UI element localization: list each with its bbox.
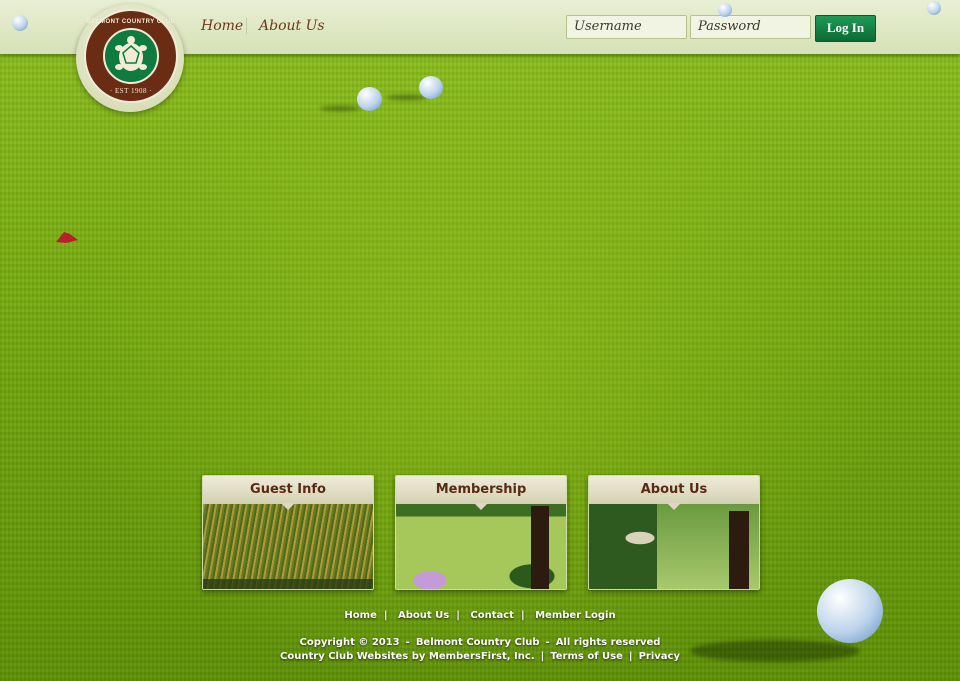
golf-ball	[357, 87, 382, 111]
ball-shadow	[320, 106, 360, 111]
credit-link[interactable]: Country Club Websites by MembersFirst, I…	[280, 651, 535, 662]
footer-link-home[interactable]: Home	[344, 610, 376, 621]
nav-about-us[interactable]: About Us	[259, 18, 325, 34]
card-membership[interactable]: Membership	[395, 475, 567, 590]
golf-ball	[927, 1, 941, 15]
copyright-text: Copyright © 2013	[299, 637, 400, 648]
footer-nav: Home | About Us | Contact | Member Login	[344, 610, 616, 621]
logo-established: · EST 1908 ·	[109, 87, 153, 95]
tree-trunk	[531, 506, 549, 589]
footer-credits: Country Club Websites by MembersFirst, I…	[280, 651, 680, 662]
flag-marker-icon	[56, 232, 78, 243]
nav-divider	[246, 18, 247, 34]
footer-link-member-login[interactable]: Member Login	[535, 610, 615, 621]
golf-ball	[718, 3, 732, 17]
rights-text: All rights reserved	[555, 637, 661, 648]
card-notch	[667, 503, 681, 510]
club-name-text: Belmont Country Club	[415, 637, 540, 648]
golf-ball	[12, 15, 28, 31]
tree-trunk	[729, 511, 749, 589]
nav-home[interactable]: Home	[201, 18, 243, 34]
footer-copyright: Copyright © 2013- Belmont Country Club - Al…	[299, 637, 661, 648]
golf-ball	[419, 76, 443, 99]
card-guest-info[interactable]: Guest Info	[202, 475, 374, 590]
card-notch	[281, 503, 295, 510]
card-notch	[474, 503, 488, 510]
username-field[interactable]: Username	[566, 15, 687, 39]
logo-club-name: BELMONT COUNTRY CLUB	[86, 19, 176, 25]
card-image	[203, 504, 373, 589]
terms-link[interactable]: Terms of Use	[550, 651, 623, 662]
login-button[interactable]: Log In	[815, 15, 876, 42]
footer-link-contact[interactable]: Contact	[470, 610, 514, 621]
password-field[interactable]: Password	[690, 15, 811, 39]
card-title: About Us	[589, 476, 759, 504]
logo-center	[103, 28, 159, 84]
turtle-icon	[115, 36, 147, 71]
footer-link-about-us[interactable]: About Us	[398, 610, 449, 621]
ball-shadow	[387, 95, 427, 100]
privacy-link[interactable]: Privacy	[639, 651, 680, 662]
card-about-us[interactable]: About Us	[588, 475, 760, 590]
card-title: Membership	[396, 476, 566, 504]
card-title: Guest Info	[203, 476, 373, 504]
club-logo[interactable]: BELMONT COUNTRY CLUB · EST 1908 ·	[84, 9, 178, 103]
